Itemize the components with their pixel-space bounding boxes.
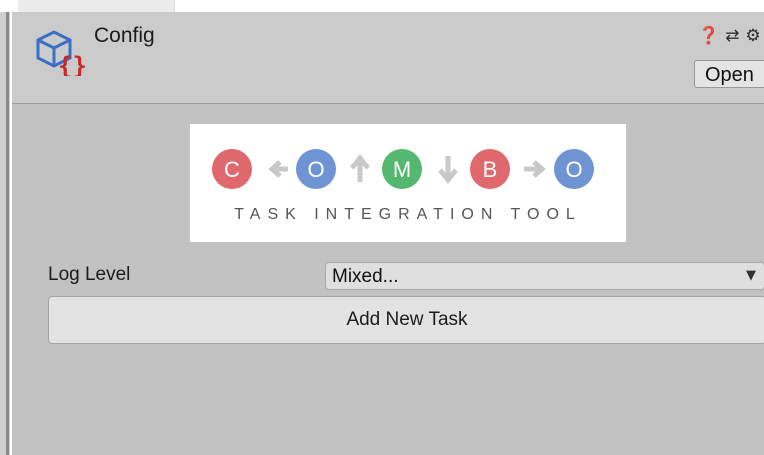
- inspector-header: {} Config ❓ ⇄ ⚙ Open: [12, 12, 764, 104]
- logo-letter-o1: O: [307, 157, 324, 182]
- combo-logo: C O M B O TASK INTEGRATION TOOL: [190, 124, 626, 242]
- logo-letter-o2: O: [565, 157, 582, 182]
- help-icon[interactable]: ❓: [698, 26, 719, 46]
- top-strip: [0, 0, 764, 12]
- preset-sliders-icon[interactable]: ⇄: [725, 26, 739, 46]
- logo-letter-c: C: [224, 157, 240, 182]
- svg-text:{}: {}: [58, 52, 87, 76]
- add-new-task-button[interactable]: Add New Task: [48, 296, 764, 344]
- chevron-down-icon: ▼: [746, 268, 756, 283]
- arrow-left-icon: [268, 160, 288, 178]
- config-asset-icon: {}: [36, 30, 87, 76]
- window-tab[interactable]: [18, 0, 175, 12]
- logo-letter-m: M: [393, 157, 411, 182]
- arrow-up-icon: [350, 153, 370, 182]
- arrow-down-icon: [438, 156, 458, 185]
- splitter-line: [6, 12, 9, 455]
- log-level-dropdown[interactable]: Mixed... ▼: [325, 262, 764, 290]
- open-button[interactable]: Open: [694, 60, 764, 88]
- logo-caption: TASK INTEGRATION TOOL: [234, 206, 582, 223]
- arrow-right-icon: [524, 160, 546, 178]
- log-level-label: Log Level: [48, 264, 131, 285]
- combo-logo-graphic: C O M B O: [212, 149, 594, 189]
- gear-icon[interactable]: ⚙: [745, 26, 760, 46]
- left-splitter[interactable]: [0, 12, 10, 455]
- page-title: Config: [94, 24, 155, 47]
- header-icons: ❓ ⇄ ⚙: [698, 26, 764, 46]
- inspector-panel: {} Config ❓ ⇄ ⚙ Open C O M B O TASK INTEGR…: [12, 12, 764, 455]
- log-level-value: Mixed...: [332, 266, 399, 287]
- logo-letter-b: B: [483, 157, 498, 182]
